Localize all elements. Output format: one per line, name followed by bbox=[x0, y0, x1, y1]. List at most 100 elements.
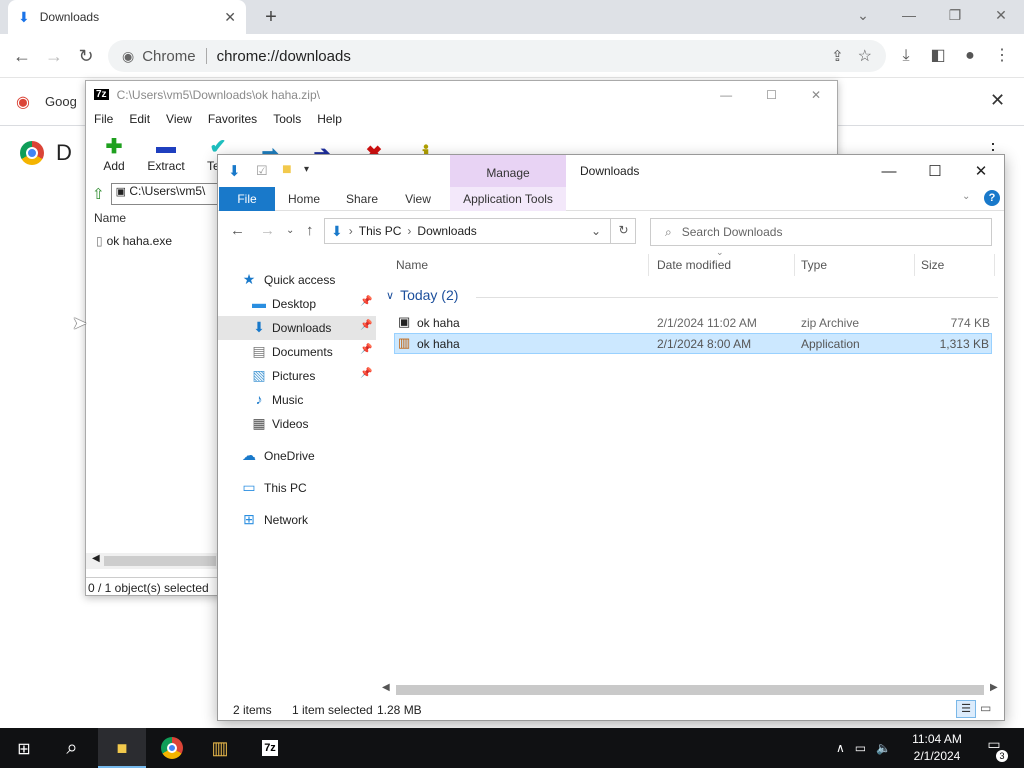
network-status-icon[interactable]: ▭ bbox=[855, 741, 866, 755]
start-button[interactable]: ⊞ bbox=[0, 728, 48, 768]
close-window-button[interactable]: ✕ bbox=[988, 4, 1014, 26]
explorer-close-button[interactable]: ✕ bbox=[966, 161, 996, 183]
chrome-tab-downloads[interactable]: ⬇ Downloads ✕ bbox=[8, 0, 246, 34]
minimize-button[interactable]: — bbox=[896, 4, 922, 26]
taskbar-file-explorer[interactable]: ■ bbox=[98, 728, 146, 768]
back-icon[interactable]: ← bbox=[8, 42, 36, 70]
ribbon-tab-home[interactable]: Home bbox=[282, 187, 326, 211]
menu-kebab-icon[interactable]: ⋮ bbox=[989, 44, 1015, 68]
up-arrow-icon[interactable]: ↑ bbox=[306, 222, 314, 239]
nav-item-this-pc[interactable]: ▭ This PC bbox=[218, 476, 376, 500]
expand-ribbon-icon[interactable]: ⌄ bbox=[962, 191, 970, 202]
bookmark-google[interactable]: Goog bbox=[45, 94, 77, 109]
menu-tools[interactable]: Tools bbox=[273, 112, 301, 126]
taskbar-clock[interactable]: 11:04 AM 2/1/2024 bbox=[904, 731, 970, 765]
nav-item-documents[interactable]: ▤ Documents 📌 bbox=[218, 340, 376, 364]
menu-file[interactable]: File bbox=[94, 112, 113, 126]
breadcrumb-chevron-icon[interactable]: › bbox=[407, 224, 411, 238]
reload-icon[interactable]: ↻ bbox=[72, 42, 100, 70]
forward-arrow-icon[interactable]: → bbox=[260, 222, 275, 239]
close-tab-icon[interactable]: ✕ bbox=[224, 9, 236, 26]
column-type[interactable]: Type bbox=[801, 258, 827, 272]
address-bar[interactable]: ⬇ › This PC › Downloads ⌄ bbox=[324, 218, 636, 244]
nav-item-pictures[interactable]: ▧ Pictures 📌 bbox=[218, 364, 376, 388]
help-icon[interactable]: ? bbox=[984, 190, 1000, 206]
taskbar-setup-app[interactable]: ▥ bbox=[196, 728, 244, 768]
group-header-today[interactable]: ∨ Today (2) bbox=[386, 287, 458, 303]
search-button[interactable]: ⌕ bbox=[48, 728, 96, 768]
search-input[interactable]: ⌕ Search Downloads bbox=[650, 218, 992, 246]
back-arrow-icon[interactable]: ← bbox=[230, 222, 245, 239]
nav-item-videos[interactable]: ▦ Videos bbox=[218, 412, 376, 436]
file-list-hscrollbar[interactable]: ◀ ▶ bbox=[378, 682, 1004, 696]
address-dropdown-icon[interactable]: ⌄ bbox=[591, 224, 601, 238]
explorer-maximize-button[interactable]: ☐ bbox=[920, 161, 950, 183]
column-date-modified[interactable]: Date modified bbox=[657, 258, 731, 272]
recent-locations-icon[interactable]: ⌄ bbox=[286, 225, 294, 236]
share-icon[interactable]: ⇪ bbox=[831, 47, 844, 65]
volume-muted-icon[interactable]: 🔈 bbox=[876, 741, 891, 755]
taskbar-7zip[interactable]: 7z bbox=[246, 728, 294, 768]
downloads-toolbar-icon[interactable]: ⤓ bbox=[893, 44, 919, 68]
new-tab-button[interactable]: + bbox=[258, 4, 284, 30]
scroll-thumb[interactable] bbox=[396, 685, 984, 695]
ribbon-tab-share[interactable]: Share bbox=[340, 187, 384, 211]
sevenzip-minimize-button[interactable]: — bbox=[720, 88, 732, 102]
column-name[interactable]: Name bbox=[396, 258, 428, 272]
omnibox[interactable]: ◉ Chrome chrome://downloads ⇪ ☆ bbox=[108, 40, 886, 72]
file-row[interactable]: ▥ ok haha 2/1/2024 8:00 AM Application 1… bbox=[394, 333, 992, 354]
refresh-icon[interactable]: ↻ bbox=[610, 218, 636, 244]
nav-item-downloads[interactable]: ⬇ Downloads 📌 bbox=[218, 316, 376, 340]
menu-favorites[interactable]: Favorites bbox=[208, 112, 257, 126]
properties-icon[interactable]: ☑ bbox=[256, 163, 268, 179]
sevenzip-path-input[interactable]: ▣ C:\Users\vm5\ bbox=[110, 183, 231, 205]
bookmark-star-icon[interactable]: ☆ bbox=[858, 46, 872, 66]
profile-avatar[interactable]: ● bbox=[957, 44, 983, 68]
ribbon-tab-view[interactable]: View bbox=[396, 187, 440, 211]
side-panel-icon[interactable]: ◧ bbox=[925, 44, 951, 68]
breadcrumb-this-pc[interactable]: This PC bbox=[359, 224, 402, 238]
sevenzip-file-row[interactable]: ▯ ok haha.exe bbox=[96, 234, 172, 248]
taskbar-chrome[interactable] bbox=[148, 728, 196, 768]
close-banner-icon[interactable]: ✕ bbox=[990, 90, 1005, 111]
customize-qat-icon[interactable]: ▾ bbox=[304, 164, 309, 175]
tab-search-icon[interactable]: ⌄ bbox=[850, 4, 876, 26]
ribbon-tab-file[interactable]: File bbox=[219, 187, 275, 211]
collapse-group-icon[interactable]: ∨ bbox=[386, 289, 394, 302]
sevenzip-scroll-thumb[interactable] bbox=[104, 556, 216, 566]
show-hidden-icons-icon[interactable]: ∧ bbox=[836, 741, 845, 755]
explorer-minimize-button[interactable]: — bbox=[874, 161, 904, 183]
scroll-right-icon[interactable]: ▶ bbox=[990, 682, 998, 693]
column-size[interactable]: Size bbox=[921, 258, 944, 272]
folder-up-icon[interactable]: ⇧ bbox=[92, 185, 105, 203]
sevenzip-column-name[interactable]: Name bbox=[94, 211, 126, 225]
details-view-icon[interactable]: ☰ bbox=[956, 700, 976, 718]
notification-center-button[interactable]: ▭ 3 bbox=[982, 736, 1008, 762]
menu-help[interactable]: Help bbox=[317, 112, 342, 126]
breadcrumb-chevron-icon[interactable]: › bbox=[349, 224, 353, 238]
nav-item-music[interactable]: ♪ Music bbox=[218, 388, 376, 412]
scroll-left-icon[interactable]: ◀ bbox=[92, 553, 100, 564]
column-divider[interactable] bbox=[648, 254, 649, 276]
column-divider[interactable] bbox=[794, 254, 795, 276]
sevenzip-close-button[interactable]: ✕ bbox=[811, 88, 821, 102]
omnibox-url[interactable]: chrome://downloads bbox=[217, 48, 351, 65]
menu-edit[interactable]: Edit bbox=[129, 112, 150, 126]
column-divider[interactable] bbox=[994, 254, 995, 276]
nav-item-network[interactable]: ⊞ Network bbox=[218, 508, 376, 532]
scroll-left-icon[interactable]: ◀ bbox=[382, 682, 390, 693]
nav-item-onedrive[interactable]: ☁ OneDrive bbox=[218, 444, 376, 468]
breadcrumb-downloads[interactable]: Downloads bbox=[417, 224, 476, 238]
new-folder-icon[interactable]: ■ bbox=[282, 161, 292, 179]
extract-button[interactable]: ▬ Extract bbox=[144, 135, 188, 173]
sevenzip-hscrollbar[interactable]: ◀ bbox=[86, 553, 218, 569]
large-icons-view-icon[interactable]: ▭ bbox=[980, 701, 991, 715]
menu-view[interactable]: View bbox=[166, 112, 192, 126]
nav-item-desktop[interactable]: ▬ Desktop 📌 bbox=[218, 292, 376, 316]
add-button[interactable]: ✚ Add bbox=[92, 135, 136, 173]
nav-item-quick-access[interactable]: ★ Quick access bbox=[218, 268, 376, 292]
restore-button[interactable]: ❐ bbox=[942, 4, 968, 26]
sevenzip-maximize-button[interactable]: ☐ bbox=[766, 88, 777, 102]
manage-contextual-tab[interactable]: Manage bbox=[450, 155, 566, 187]
file-row[interactable]: ▣ ok haha 2/1/2024 11:02 AM zip Archive … bbox=[394, 312, 992, 333]
